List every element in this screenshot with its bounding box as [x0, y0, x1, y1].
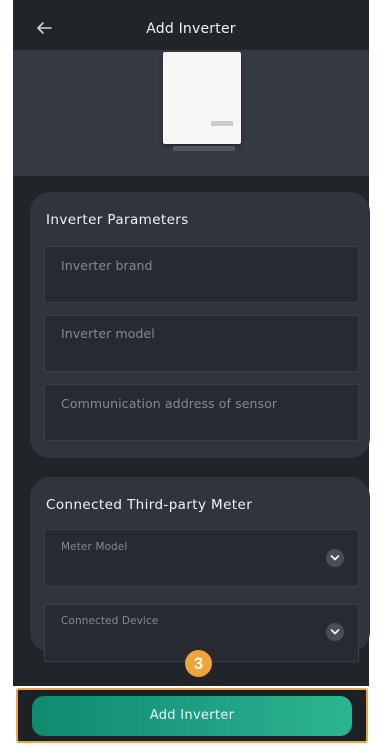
connected-device-placeholder: Connected Device	[61, 615, 159, 627]
add-inverter-highlight-frame: Add Inverter	[16, 688, 368, 743]
third-party-meter-card: Connected Third-party Meter Meter Model …	[30, 477, 370, 662]
device-label-decoration	[211, 121, 233, 126]
chevron-down-icon[interactable]	[326, 623, 344, 641]
inverter-model-field[interactable]: Inverter model	[44, 315, 359, 372]
communication-address-field[interactable]: Communication address of sensor	[44, 384, 359, 441]
third-party-meter-title: Connected Third-party Meter	[46, 497, 253, 513]
inverter-model-placeholder: Inverter model	[61, 326, 155, 341]
meter-model-placeholder: Meter Model	[61, 541, 128, 553]
page-title: Add Inverter	[146, 21, 236, 37]
inverter-device-image	[163, 52, 241, 144]
inverter-parameters-card: Inverter Parameters Inverter brand Inver…	[30, 192, 370, 458]
top-bar: Add Inverter	[13, 0, 369, 50]
chevron-down-icon[interactable]	[326, 549, 344, 567]
inverter-brand-placeholder: Inverter brand	[61, 258, 153, 273]
inverter-parameters-title: Inverter Parameters	[46, 212, 189, 228]
add-inverter-button[interactable]: Add Inverter	[32, 696, 352, 736]
meter-model-select[interactable]: Meter Model	[44, 529, 359, 587]
inverter-image-banner	[13, 50, 369, 176]
inverter-brand-field[interactable]: Inverter brand	[44, 246, 359, 303]
phone-screen: Add Inverter Inverter Parameters Inverte…	[13, 0, 370, 747]
step-number-badge: 3	[185, 650, 212, 677]
communication-address-placeholder: Communication address of sensor	[61, 396, 278, 411]
device-base-decoration	[173, 146, 235, 151]
